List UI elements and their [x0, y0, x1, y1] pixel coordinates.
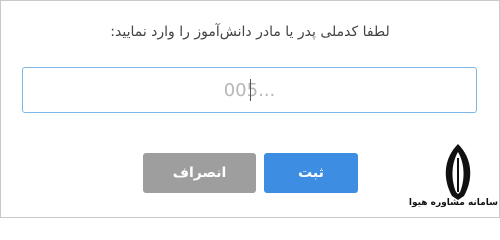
- dialog-prompt: لطفا کدملی پدر یا مادر دانش‌آموز را وارد…: [110, 24, 390, 40]
- submit-button[interactable]: ثبت: [264, 153, 358, 193]
- cancel-button[interactable]: انصراف: [143, 153, 256, 193]
- text-caret: [250, 79, 251, 101]
- watermark-text: سامانه مشاوره هیوا: [408, 198, 498, 208]
